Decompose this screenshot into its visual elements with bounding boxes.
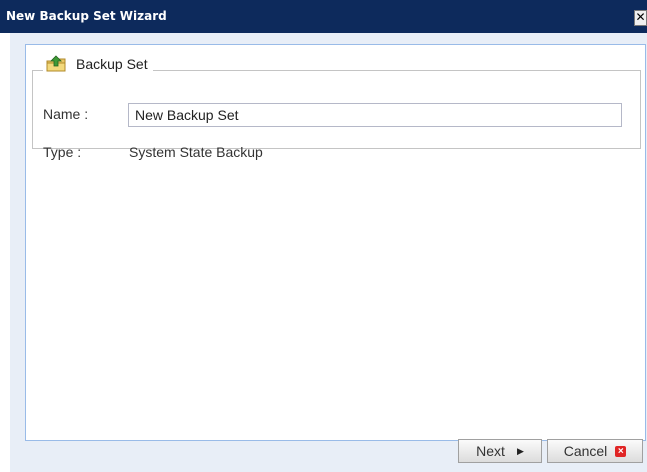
cancel-button[interactable]: Cancel × (547, 439, 643, 463)
folder-up-arrow-icon (46, 55, 66, 72)
type-label: Type : (43, 144, 82, 160)
name-input[interactable] (128, 103, 622, 127)
cancel-x-icon: × (615, 445, 627, 457)
wizard-window: New Backup Set Wizard ✕ Name : Type : Sy… (0, 0, 647, 472)
cancel-button-label: Cancel (563, 443, 608, 459)
backup-set-fieldset: Name : Type : System State Backup (32, 70, 641, 160)
title-bar: New Backup Set Wizard ✕ (0, 0, 647, 33)
dialog-body: Name : Type : System State Backup Backup… (10, 33, 647, 472)
close-button[interactable]: ✕ (634, 10, 647, 26)
name-label: Name : (43, 106, 89, 122)
next-button[interactable]: Next ▶ (458, 439, 542, 463)
type-value: System State Backup (129, 144, 263, 160)
window-title: New Backup Set Wizard (6, 9, 167, 23)
arrow-right-icon: ▶ (516, 445, 524, 456)
next-button-label: Next (476, 443, 505, 459)
fieldset-legend-label: Backup Set (76, 56, 148, 72)
content-panel: Name : Type : System State Backup Backup… (25, 44, 646, 441)
fieldset-legend: Backup Set (43, 54, 153, 74)
